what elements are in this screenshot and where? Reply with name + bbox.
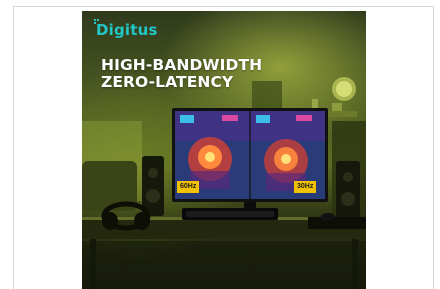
floor <box>82 241 366 289</box>
brand-name: Digitus <box>96 21 158 39</box>
refresh-label-60hz: 60Hz <box>177 181 200 193</box>
right-speaker <box>336 161 360 219</box>
gaming-room-scene <box>82 77 366 289</box>
mouse-pad <box>308 217 366 229</box>
refresh-label-30hz: 30Hz <box>294 181 317 193</box>
promo-image: Digitus HIGH-BANDWIDTH ZERO-LATENCY 60Hz… <box>82 11 366 289</box>
brand-logo: Digitus <box>94 19 158 39</box>
mouse <box>321 213 335 221</box>
headline-line2: ZERO-LATENCY <box>101 73 234 91</box>
headline: HIGH-BANDWIDTH ZERO-LATENCY <box>101 57 262 91</box>
logo-dots-icon <box>94 19 99 24</box>
headline-line1: HIGH-BANDWIDTH <box>101 56 263 74</box>
